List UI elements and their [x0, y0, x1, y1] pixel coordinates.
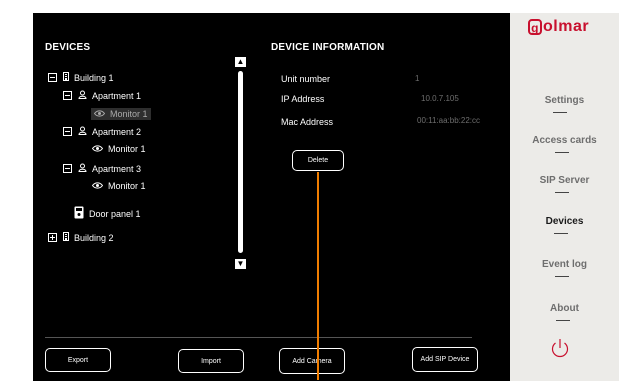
- tree-item-label: Building 2: [74, 232, 114, 243]
- door-panel-icon: [74, 206, 84, 221]
- tree-item-label: Monitor 1: [108, 181, 146, 191]
- tree-item-apartment-2[interactable]: Apartment 2: [63, 126, 141, 137]
- unit-number-value: 1: [415, 74, 420, 83]
- scroll-up-arrow-icon[interactable]: ▲: [235, 57, 246, 67]
- tree-item-label: Monitor 1: [110, 109, 148, 119]
- menu-about[interactable]: About: [510, 303, 619, 314]
- annotation-line: [317, 172, 319, 380]
- tree-item-building-1[interactable]: Building 1: [48, 72, 114, 83]
- logo-text: olmar: [543, 18, 590, 35]
- devices-title: DEVICES: [45, 42, 91, 53]
- scroll-down-arrow-icon[interactable]: ▼: [235, 259, 246, 269]
- import-button[interactable]: Import: [178, 349, 244, 373]
- tree-item-building-2[interactable]: Building 2: [48, 232, 114, 243]
- tree-item-door-panel-1[interactable]: Door panel 1: [74, 206, 141, 221]
- eye-icon: [91, 144, 104, 154]
- menu-access-cards[interactable]: Access cards: [510, 135, 619, 146]
- logo-letter: g: [528, 19, 542, 35]
- collapse-icon[interactable]: [63, 164, 72, 173]
- ip-address-label: IP Address: [281, 94, 325, 104]
- tree-item-monitor-1-b[interactable]: Monitor 1: [91, 144, 146, 154]
- menu-event-log[interactable]: Event log: [510, 259, 619, 270]
- expand-icon[interactable]: [48, 233, 57, 242]
- unit-number-label: Unit number: [281, 74, 331, 84]
- collapse-icon[interactable]: [63, 91, 72, 100]
- add-sip-device-button[interactable]: Add SIP Device: [412, 347, 478, 372]
- tree-item-apartment-3[interactable]: Apartment 3: [63, 163, 141, 174]
- tree-item-label: Door panel 1: [89, 208, 141, 219]
- device-information-title: DEVICE INFORMATION: [271, 42, 385, 53]
- power-icon[interactable]: [549, 337, 571, 364]
- golmar-logo: g olmar: [528, 18, 589, 36]
- person-icon: [78, 163, 87, 174]
- menu-underline: [555, 192, 569, 193]
- collapse-icon[interactable]: [63, 127, 72, 136]
- person-icon: [78, 126, 87, 137]
- menu-underline: [554, 233, 568, 234]
- sidebar: [510, 13, 619, 381]
- building-icon: [63, 72, 69, 83]
- tree-item-label: Apartment 3: [92, 163, 142, 174]
- add-camera-button[interactable]: Add Camera: [279, 348, 345, 374]
- building-icon: [63, 232, 69, 243]
- collapse-icon[interactable]: [48, 73, 57, 82]
- mac-address-value: 00:11:aa:bb:22:cc: [417, 116, 481, 125]
- menu-underline: [556, 320, 570, 321]
- menu-sip-server[interactable]: SIP Server: [510, 175, 619, 186]
- menu-underline: [555, 276, 569, 277]
- person-icon: [78, 90, 87, 101]
- eye-icon: [93, 109, 106, 119]
- mac-address-label: Mac Address: [281, 117, 334, 127]
- tree-item-label: Building 1: [74, 72, 114, 83]
- tree-item-label: Apartment 2: [92, 126, 142, 137]
- tree-item-apartment-1[interactable]: Apartment 1: [63, 90, 141, 101]
- menu-underline: [555, 152, 569, 153]
- delete-button[interactable]: Delete: [292, 150, 344, 171]
- scroll-thumb[interactable]: [238, 71, 243, 253]
- tree-item-monitor-1-a[interactable]: Monitor 1: [91, 108, 151, 120]
- menu-settings[interactable]: Settings: [510, 95, 619, 106]
- tree-item-label: Apartment 1: [92, 90, 142, 101]
- footer-divider: [45, 337, 472, 338]
- tree-scrollbar[interactable]: ▲ ▼: [235, 57, 246, 269]
- eye-icon: [91, 181, 104, 191]
- menu-devices[interactable]: Devices: [510, 216, 619, 227]
- export-button[interactable]: Export: [45, 348, 111, 372]
- tree-item-monitor-1-c[interactable]: Monitor 1: [91, 181, 146, 191]
- ip-address-value: 10.0.7.105: [421, 94, 459, 103]
- selected-highlight: Monitor 1: [91, 108, 151, 120]
- tree-item-label: Monitor 1: [108, 144, 146, 154]
- main-panel: [33, 13, 510, 381]
- menu-underline: [553, 112, 567, 113]
